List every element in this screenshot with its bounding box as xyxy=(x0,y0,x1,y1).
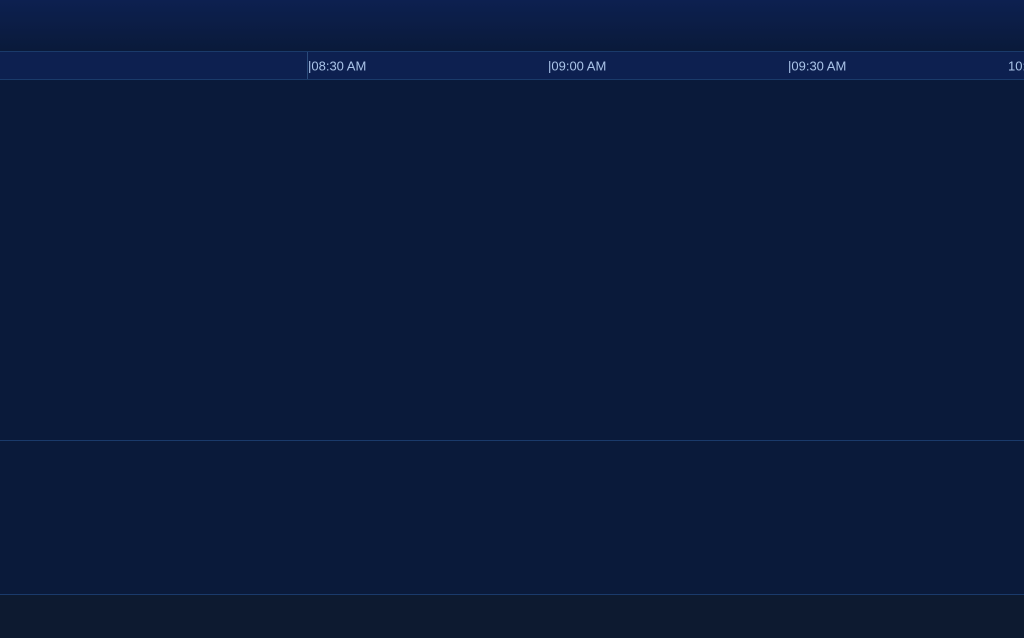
timebar-channel-spacer xyxy=(0,52,308,79)
description-area xyxy=(0,440,1024,530)
timebar: |08:30 AM |09:00 AM |09:30 AM 10:00 AM xyxy=(0,52,1024,80)
time-marker: |08:30 AM xyxy=(308,58,366,73)
time-marker: |09:00 AM xyxy=(548,58,606,73)
time-marker: 10:00 AM xyxy=(1008,58,1024,73)
time-marker: |09:30 AM xyxy=(788,58,846,73)
timebar-times: |08:30 AM |09:00 AM |09:30 AM 10:00 AM xyxy=(308,52,1024,79)
header xyxy=(0,0,1024,52)
program-grid xyxy=(0,80,1024,440)
bottom-bar xyxy=(0,594,1024,638)
